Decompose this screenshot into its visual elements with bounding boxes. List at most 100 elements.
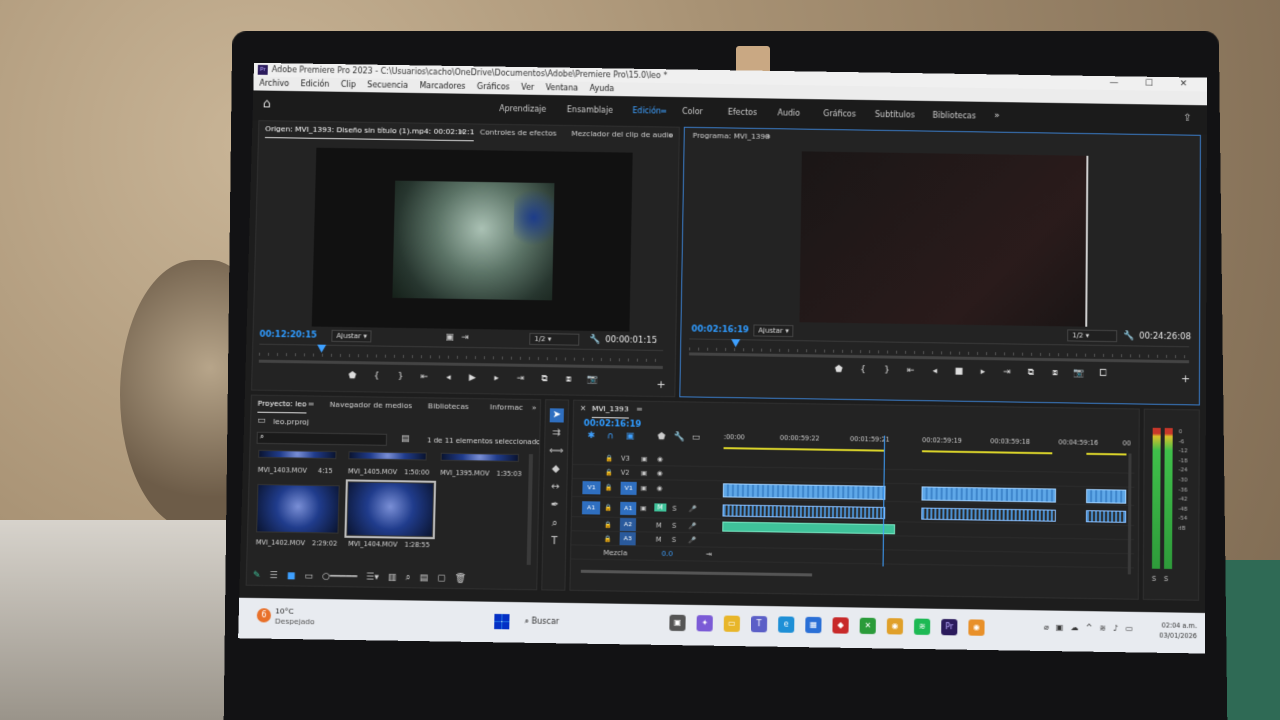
window-controls[interactable]: — ☐ ✕ xyxy=(1109,76,1199,91)
workspace-bibliotecas[interactable]: Bibliotecas xyxy=(933,111,976,121)
share-icon[interactable]: ⇪ xyxy=(1183,113,1191,124)
weather-widget[interactable]: 6 10°C Despejado xyxy=(256,606,327,626)
timeline-zoom-scrollbar[interactable] xyxy=(580,569,813,577)
audio-clip[interactable] xyxy=(921,507,1056,522)
program-fit-select[interactable]: Ajustar ▾ xyxy=(753,324,794,338)
clip-thumbnail[interactable] xyxy=(256,484,340,534)
file-explorer-icon[interactable]: ▭ xyxy=(723,615,741,632)
tab-source[interactable]: Origen: MVI_1393: Diseño sin título (1).… xyxy=(264,121,475,142)
timeline-close-icon[interactable]: ✕ xyxy=(580,401,587,417)
video-clip[interactable] xyxy=(1086,489,1127,504)
new-item-icon[interactable]: ▢ xyxy=(437,574,446,584)
workspace-menu-icon[interactable]: ≡ xyxy=(660,107,667,116)
menu-secuencia[interactable]: Secuencia xyxy=(367,80,408,90)
track-select-tool-icon[interactable]: ⇉ xyxy=(549,426,563,440)
battery-icon[interactable]: ▭ xyxy=(1125,624,1133,633)
program-add-marker-icon[interactable]: ⬟ xyxy=(827,365,851,375)
track-eye-icon[interactable]: ◉ xyxy=(657,469,663,477)
wifi-icon[interactable]: ≋ xyxy=(1099,623,1106,632)
meter-solo-right[interactable]: S xyxy=(1164,575,1168,583)
tab-media-browser[interactable]: Navegador de medios xyxy=(329,397,413,414)
video-clip[interactable] xyxy=(921,486,1057,503)
video-clip[interactable] xyxy=(722,483,886,500)
track-eye-icon[interactable]: ◉ xyxy=(657,484,663,492)
menu-ayuda[interactable]: Ayuda xyxy=(590,84,615,93)
chrome-profile-icon[interactable]: ◉ xyxy=(968,619,985,636)
tab-libraries[interactable]: Bibliotecas xyxy=(428,398,469,415)
source-insert-icon[interactable]: ⇥ xyxy=(461,333,469,343)
meter-solo-left[interactable]: S xyxy=(1152,575,1156,583)
track-target-v1[interactable]: V1 xyxy=(620,481,637,496)
clip-thumbnail[interactable] xyxy=(258,449,337,460)
source-play-icon[interactable]: ▶ xyxy=(460,373,484,383)
automate-icon[interactable]: ▥ xyxy=(388,573,397,583)
slip-tool-icon[interactable]: ↔ xyxy=(548,481,562,495)
volume-icon[interactable]: ♪ xyxy=(1113,624,1118,633)
windows-start-icon[interactable] xyxy=(494,613,510,630)
program-lift-icon[interactable]: ⧉ xyxy=(1019,368,1043,378)
program-add-button[interactable]: + xyxy=(1181,372,1190,385)
source-fit-select[interactable]: Ajustar ▾ xyxy=(331,329,373,343)
source-step-back-icon[interactable]: ◂ xyxy=(436,372,460,383)
program-mark-out-icon[interactable]: } xyxy=(875,365,899,375)
menu-clip[interactable]: Clip xyxy=(341,80,356,89)
tab-effect-controls[interactable]: Controles de efectos xyxy=(480,125,557,142)
tab-program[interactable]: Programa: MVI_1393 xyxy=(693,128,771,145)
program-menu-icon[interactable]: ≡ xyxy=(764,129,771,145)
taskbar-clock[interactable]: 02:04 a.m. 03/01/2026 xyxy=(1157,620,1197,641)
program-go-to-out-icon[interactable]: ⇥ xyxy=(995,367,1019,377)
workspace-efectos[interactable]: Efectos xyxy=(728,108,757,117)
work-area-bar[interactable] xyxy=(1086,452,1127,456)
source-export-frame-icon[interactable]: 📷 xyxy=(580,375,604,385)
program-timecode[interactable]: 00:02:16:19 xyxy=(691,324,749,335)
track-sync-icon[interactable]: ▣ xyxy=(641,455,647,463)
source-add-button[interactable]: + xyxy=(656,378,665,391)
clip-thumbnail[interactable] xyxy=(348,451,427,461)
hand-tool-icon[interactable]: ⌕ xyxy=(547,517,561,531)
workspace-aprendizaje[interactable]: Aprendizaje xyxy=(499,104,546,114)
source-settings-icon[interactable]: ▣ xyxy=(445,333,454,343)
program-go-to-in-icon[interactable]: ⇤ xyxy=(899,366,923,376)
track-sync-icon[interactable]: ▣ xyxy=(641,484,647,492)
new-bin-icon[interactable]: ▤ xyxy=(401,434,410,444)
mix-value[interactable]: 0.0 xyxy=(662,550,673,558)
tab-info[interactable]: Informac xyxy=(490,399,524,416)
audio-clip[interactable] xyxy=(1085,510,1127,523)
workspace-more-icon[interactable]: » xyxy=(994,111,1000,121)
list-view-icon[interactable]: ☰ xyxy=(269,571,277,581)
cloud-icon[interactable]: ☁ xyxy=(1070,623,1078,632)
menu-edicion[interactable]: Edición xyxy=(300,79,329,88)
mic-icon[interactable]: 🎤 xyxy=(688,536,696,544)
icon-view-icon[interactable]: ■ xyxy=(287,571,296,581)
pencil-icon[interactable]: ✎ xyxy=(253,571,261,581)
mute-button[interactable]: M xyxy=(656,522,662,530)
program-wrench-icon[interactable]: 🔧 xyxy=(1123,331,1134,341)
clip-thumbnail-selected[interactable] xyxy=(344,479,437,540)
source-wrench-icon[interactable]: 🔧 xyxy=(589,335,600,345)
menu-graficos[interactable]: Gráficos xyxy=(477,82,510,91)
timeline-settings-icon[interactable]: 🔧 xyxy=(674,432,685,442)
xbox-icon[interactable]: ✕ xyxy=(859,617,876,635)
work-area-bar[interactable] xyxy=(921,450,1053,455)
task-view-icon[interactable]: ▣ xyxy=(669,614,686,632)
workspace-audio[interactable]: Audio xyxy=(777,108,800,117)
source-menu-icon[interactable]: ≡ xyxy=(458,124,465,140)
source-insert-button-icon[interactable]: ⧉ xyxy=(532,374,556,384)
track-target-a2[interactable]: A2 xyxy=(619,517,637,532)
edge-icon[interactable]: e xyxy=(778,616,795,633)
work-area-bar[interactable] xyxy=(723,447,884,452)
source-timecode[interactable]: 00:12:20:15 xyxy=(259,330,317,341)
track-eye-icon[interactable]: ◉ xyxy=(657,455,663,463)
source-mark-in-icon[interactable]: { xyxy=(364,371,388,381)
source-video-frame[interactable] xyxy=(311,147,633,332)
sort-icon[interactable]: ☰▾ xyxy=(366,572,379,582)
tray-expand-icon[interactable]: ^ xyxy=(1086,623,1093,632)
audio-clip-music[interactable] xyxy=(722,521,896,535)
spotify-icon[interactable]: ≋ xyxy=(913,618,931,635)
mic-icon[interactable]: 🎤 xyxy=(688,505,696,513)
clip-thumbnail[interactable] xyxy=(440,452,519,462)
trash-icon[interactable]: 🗑 xyxy=(455,574,467,584)
menu-archivo[interactable]: Archivo xyxy=(259,79,289,88)
source-add-marker-icon[interactable]: ⬟ xyxy=(340,371,364,381)
project-scrollbar[interactable] xyxy=(526,454,533,565)
